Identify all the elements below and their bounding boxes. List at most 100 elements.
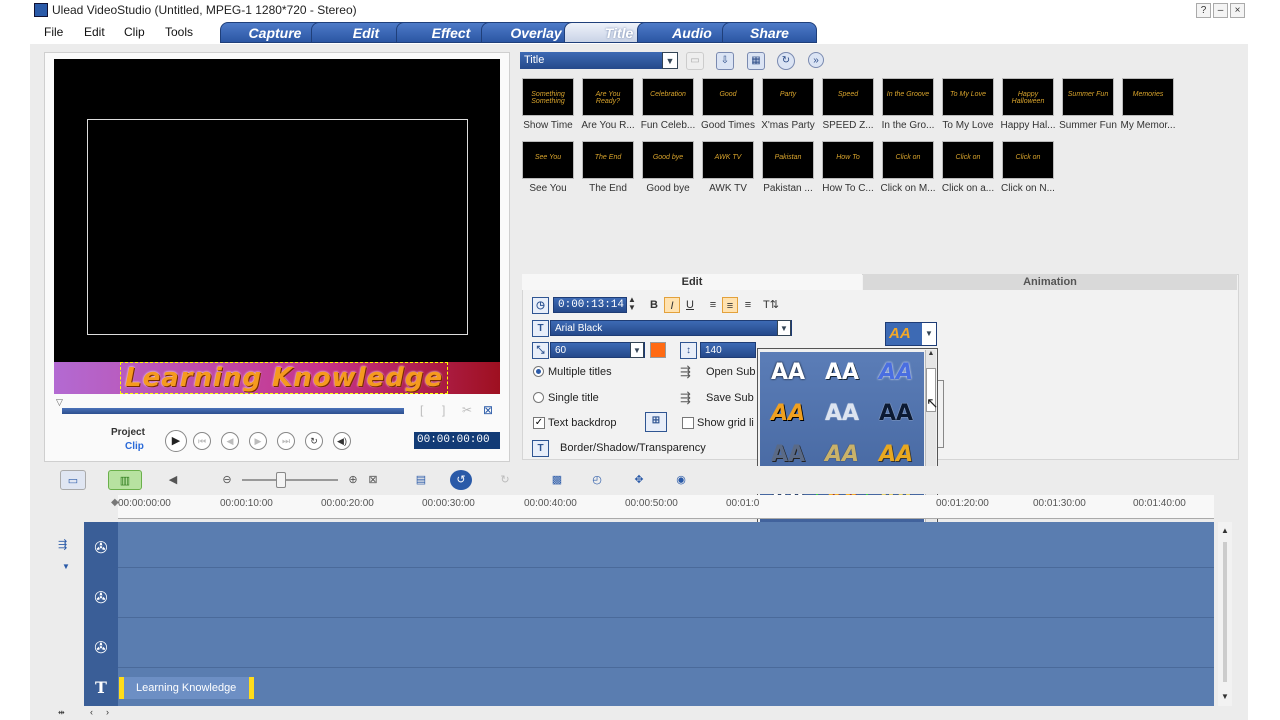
options-tab-edit[interactable]: Edit: [522, 274, 862, 290]
title-preset-thumbnail[interactable]: Celebration Fun Celeb...: [638, 78, 698, 131]
align-left-icon[interactable]: ≡: [705, 297, 721, 313]
border-shadow-button[interactable]: Border/Shadow/Transparency: [560, 442, 706, 454]
track-manager-icon[interactable]: ✥: [628, 470, 650, 490]
style-preset-swatch[interactable]: AA: [816, 395, 868, 433]
scroll-right-icon[interactable]: ›: [106, 707, 109, 717]
scrub-bar[interactable]: [62, 408, 404, 414]
scroll-down-icon[interactable]: ▼: [1221, 692, 1229, 701]
backdrop-settings-icon[interactable]: ⊞: [645, 412, 667, 432]
overlay-track-1-icon[interactable]: ✇: [90, 588, 112, 610]
previous-frame-icon[interactable]: ◀: [221, 432, 239, 450]
font-color-swatch[interactable]: [650, 342, 666, 358]
end-icon[interactable]: ⏭: [277, 432, 295, 450]
next-frame-icon[interactable]: ▶: [249, 432, 267, 450]
title-preset-thumbnail[interactable]: Click on Click on a...: [938, 141, 998, 194]
title-preset-thumbnail[interactable]: Something Something Show Time: [518, 78, 578, 131]
audio-view-icon[interactable]: ◀: [162, 470, 184, 490]
title-preset-thumbnail[interactable]: Memories My Memor...: [1118, 78, 1178, 131]
preview-title-text[interactable]: Learning Knowledge: [120, 362, 449, 394]
smart-proxy-icon[interactable]: ▩: [546, 470, 568, 490]
redo-icon[interactable]: ↻: [494, 470, 516, 490]
overlay-track-2-icon[interactable]: ✇: [90, 638, 112, 660]
enlarge-icon[interactable]: ⊠: [483, 403, 493, 417]
align-center-icon[interactable]: ≡: [722, 297, 738, 313]
cut-icon[interactable]: ✂: [462, 403, 472, 417]
menu-clip[interactable]: Clip: [124, 25, 145, 39]
italic-button[interactable]: I: [664, 297, 680, 313]
title-preset-thumbnail[interactable]: AWK TV AWK TV: [698, 141, 758, 194]
overlay-track-1[interactable]: [118, 572, 1214, 618]
title-preset-thumbnail[interactable]: Happy Halloween Happy Hal...: [998, 78, 1058, 131]
add-to-library-icon[interactable]: ⇩: [716, 52, 734, 70]
clip-mode-label[interactable]: Clip: [125, 441, 144, 452]
zoom-slider-handle[interactable]: [276, 472, 286, 488]
library-manager-icon[interactable]: ▦: [747, 52, 765, 70]
style-preset-swatch[interactable]: AA: [816, 354, 868, 392]
insert-media-icon[interactable]: ▤: [410, 470, 432, 490]
clock-icon[interactable]: ◴: [586, 470, 608, 490]
playhead-icon[interactable]: ◆: [111, 497, 119, 508]
title-preset-thumbnail[interactable]: Good Good Times: [698, 78, 758, 131]
ripple-edit-icon[interactable]: ⇶: [58, 538, 67, 551]
title-preset-thumbnail[interactable]: Pakistan Pakistan ...: [758, 141, 818, 194]
title-preset-thumbnail[interactable]: See You See You: [518, 141, 578, 194]
title-preset-thumbnail[interactable]: Click on Click on M...: [878, 141, 938, 194]
title-preset-thumbnail[interactable]: The End The End: [578, 141, 638, 194]
volume-icon[interactable]: ◀): [333, 432, 351, 450]
minimize-button[interactable]: –: [1213, 3, 1228, 18]
folder-icon[interactable]: ▭: [686, 52, 704, 70]
title-preset-thumbnail[interactable]: To My Love To My Love: [938, 78, 998, 131]
title-preset-thumbnail[interactable]: Are You Ready? Are You R...: [578, 78, 638, 131]
zoom-in-icon[interactable]: ⊕: [342, 470, 364, 490]
menu-edit[interactable]: Edit: [84, 25, 105, 39]
tab-share[interactable]: Share: [722, 22, 817, 43]
undo-icon[interactable]: ↺: [450, 470, 472, 490]
track-add-icon[interactable]: ⇹: [58, 708, 65, 717]
title-preset-thumbnail[interactable]: In the Groove In the Gro...: [878, 78, 938, 131]
menu-file[interactable]: File: [44, 25, 63, 39]
scroll-thumb[interactable]: [1223, 542, 1227, 682]
help-button[interactable]: ?: [1196, 3, 1211, 18]
open-subtitle-button[interactable]: Open Sub: [706, 366, 756, 378]
home-icon[interactable]: ⏮: [193, 432, 211, 450]
trim-marker-icon[interactable]: ▽: [56, 397, 63, 408]
play-icon[interactable]: ▶: [165, 430, 187, 452]
menu-tools[interactable]: Tools: [165, 25, 193, 39]
repeat-icon[interactable]: ↻: [305, 432, 323, 450]
duration-spinner[interactable]: ▲ ▼: [628, 296, 636, 312]
chapter-icon[interactable]: ◉: [670, 470, 692, 490]
expand-icon[interactable]: »: [808, 52, 824, 68]
style-preset-swatch[interactable]: AA: [762, 354, 814, 392]
library-category-dropdown[interactable]: Title ▼: [520, 52, 678, 69]
title-preset-thumbnail[interactable]: Good bye Good bye: [638, 141, 698, 194]
line-spacing-dropdown[interactable]: 140: [700, 342, 756, 358]
title-preset-thumbnail[interactable]: Summer Fun Summer Fun: [1058, 78, 1118, 131]
style-preset-swatch[interactable]: AA: [870, 354, 922, 392]
border-shadow-icon[interactable]: T: [532, 440, 549, 457]
refresh-icon[interactable]: ↻: [777, 52, 795, 70]
timeline-vertical-scrollbar[interactable]: ▲ ▼: [1218, 522, 1232, 706]
font-dropdown[interactable]: Arial Black ▼: [550, 320, 792, 336]
fit-project-icon[interactable]: ⊠: [362, 470, 384, 490]
style-preset-swatch[interactable]: AA: [762, 395, 814, 433]
title-track-icon[interactable]: T: [90, 677, 112, 699]
project-mode-label[interactable]: Project: [111, 427, 145, 438]
timeline-tracks[interactable]: [118, 522, 1214, 706]
vertical-text-icon[interactable]: T⇅: [763, 297, 779, 313]
timeline-view-icon[interactable]: ▥: [108, 470, 142, 490]
title-preset-thumbnail[interactable]: Speed SPEED Z...: [818, 78, 878, 131]
single-title-radio[interactable]: [533, 392, 544, 403]
mark-out-icon[interactable]: ]: [442, 403, 445, 417]
title-style-dropdown[interactable]: AA ▼: [885, 322, 937, 346]
save-subtitle-button[interactable]: Save Sub: [706, 392, 754, 404]
title-preset-thumbnail[interactable]: Party X'mas Party: [758, 78, 818, 131]
show-grid-checkbox[interactable]: [682, 417, 694, 429]
options-tab-animation[interactable]: Animation: [863, 274, 1237, 290]
video-track-icon[interactable]: ✇: [90, 538, 112, 560]
title-preset-thumbnail[interactable]: How To How To C...: [818, 141, 878, 194]
timecode-field[interactable]: 00:00:00:00: [414, 432, 500, 449]
scroll-up-icon[interactable]: ▲: [926, 350, 936, 360]
video-track[interactable]: [118, 522, 1214, 568]
zoom-slider[interactable]: [242, 479, 338, 481]
mark-in-icon[interactable]: [: [420, 403, 423, 417]
